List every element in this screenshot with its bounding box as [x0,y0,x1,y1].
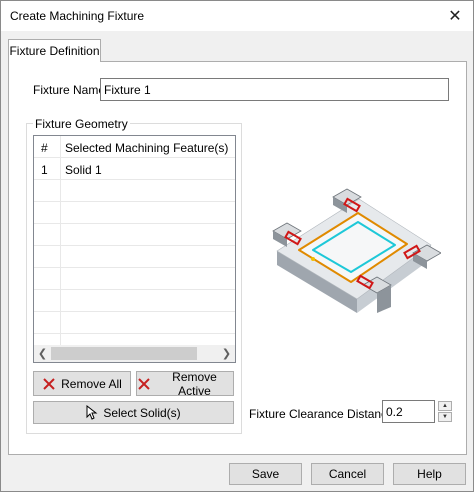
column-header-number: # [41,141,48,155]
row-number: 1 [41,163,48,177]
close-button[interactable]: ✕ [437,1,473,31]
x-mark-icon [42,377,56,391]
scrollbar-thumb[interactable] [51,347,197,360]
empty-row [34,202,235,224]
scroll-left-icon[interactable]: ❮ [34,345,51,362]
cursor-arrow-icon [86,405,98,420]
spin-up-icon[interactable]: ▲ [438,401,452,411]
spin-down-icon[interactable]: ▼ [438,412,452,422]
save-button[interactable]: Save [229,463,302,485]
empty-row [34,268,235,290]
horizontal-scrollbar[interactable]: ❮ ❯ [34,345,235,362]
select-solids-button[interactable]: Select Solid(s) [33,401,234,424]
tab-fixture-definition[interactable]: Fixture Definition [8,39,101,62]
remove-active-label: Remove Active [172,369,217,398]
list-row[interactable]: 1 Solid 1 [34,158,235,180]
remove-active-button[interactable]: Remove Active [136,369,234,398]
window-title: Create Machining Fixture [10,9,145,23]
empty-row [34,290,235,312]
empty-row [34,180,235,202]
remove-all-button[interactable]: Remove All [33,371,131,396]
clamp-left-icon [272,222,302,247]
cancel-button[interactable]: Cancel [311,463,384,485]
selected-features-list[interactable]: # Selected Machining Feature(s) 1 Solid … [33,135,236,363]
column-header-feature: Selected Machining Feature(s) [65,141,229,155]
scroll-right-icon[interactable]: ❯ [218,345,235,362]
x-mark-icon [137,377,151,391]
clearance-label: Fixture Clearance Distance [249,407,394,421]
fixture-preview-illustration [272,188,441,313]
title-bar: Create Machining Fixture ✕ [1,1,473,31]
remove-all-label: Remove All [61,376,122,391]
clearance-input[interactable] [382,400,435,423]
empty-row [34,246,235,268]
fixture-geometry-title: Fixture Geometry [33,117,130,131]
fixture-name-input[interactable] [100,78,449,101]
create-fixture-dialog: Create Machining Fixture ✕ Fixture Defin… [0,0,474,492]
list-header-row: # Selected Machining Feature(s) [34,136,235,158]
help-button[interactable]: Help [393,463,466,485]
empty-row [34,312,235,334]
empty-row [34,224,235,246]
row-feature: Solid 1 [65,163,102,177]
fixture-name-label: Fixture Name: [33,83,109,97]
select-solids-label: Select Solid(s) [103,405,181,420]
clearance-spinner[interactable]: ▲ ▼ [438,401,452,422]
